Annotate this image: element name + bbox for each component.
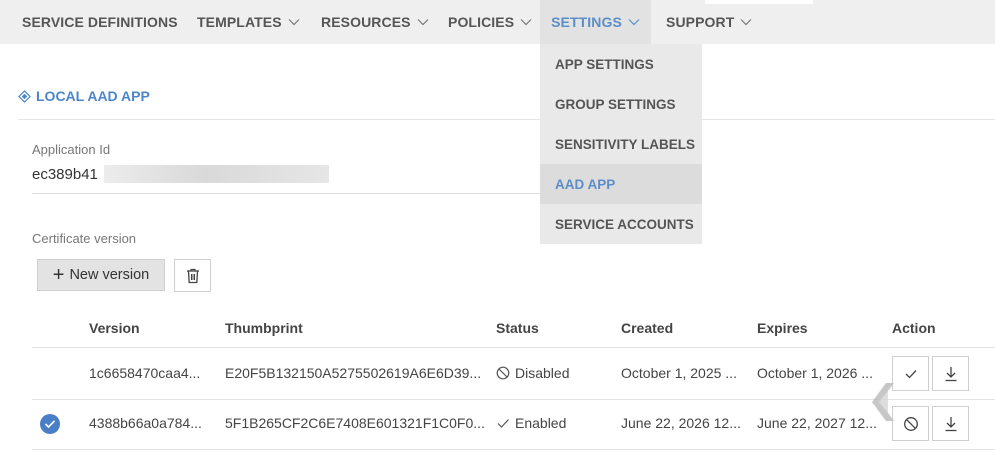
cell-thumbprint: E20F5B132150A5275502619A6E6D39... [225,365,482,381]
chevron-down-icon [417,19,429,26]
ban-icon [496,366,510,380]
column-header-expires: Expires [757,320,808,336]
check-icon [497,419,509,428]
status-text: Enabled [515,415,567,431]
menu-item-group-settings[interactable]: GROUP SETTINGS [540,84,702,124]
section-title-text: LOCAL AAD APP [36,88,150,104]
nav-templates[interactable]: TEMPLATES [197,0,300,44]
cell-created: October 1, 2025 ... [621,365,737,381]
cell-expires: June 22, 2027 12... [757,415,877,431]
cell-status: Disabled [496,365,569,381]
top-nav: SERVICE DEFINITIONS TEMPLATES RESOURCES … [0,0,995,44]
menu-item-sensitivity-labels[interactable]: SENSITIVITY LABELS [540,124,702,164]
menu-item-aad-app[interactable]: AAD APP [540,164,702,204]
check-icon [44,420,56,429]
menu-item-service-accounts[interactable]: SERVICE ACCOUNTS [540,204,702,244]
nav-service-definitions-label: SERVICE DEFINITIONS [22,14,178,30]
certificate-version-label: Certificate version [32,231,137,246]
nav-settings[interactable]: SETTINGS [540,0,651,44]
plus-icon: + [52,264,65,286]
section-title: LOCAL AAD APP [18,86,150,106]
redacted-area [104,165,329,183]
menu-item-label: SERVICE ACCOUNTS [555,216,694,232]
row-selected-check[interactable] [40,414,60,434]
menu-item-label: GROUP SETTINGS [555,96,676,112]
nav-settings-label: SETTINGS [551,14,622,30]
application-id-value: ec389b41 [32,166,98,183]
nav-support[interactable]: SUPPORT [666,0,752,44]
nav-templates-label: TEMPLATES [197,14,282,30]
column-header-action: Action [892,320,936,336]
nav-policies-label: POLICIES [448,14,515,30]
diamond-layers-icon [18,89,31,103]
cell-expires: October 1, 2026 ... [757,365,873,381]
chevron-down-icon [520,19,532,26]
cell-thumbprint: 5F1B265CF2C6E7408E601321F1C0F0... [225,415,485,431]
nav-support-label: SUPPORT [666,14,735,30]
application-id-label: Application Id [32,142,111,157]
table-header-divider [32,347,995,348]
trash-icon [186,268,199,283]
section-divider [18,119,995,120]
cell-version: 1c6658470caa4... [89,365,201,381]
nav-resources-label: RESOURCES [321,14,411,30]
field-underline [32,193,540,194]
cell-created: June 22, 2026 12... [621,415,741,431]
new-version-button[interactable]: + New version [37,259,165,291]
check-icon [905,369,916,378]
nav-resources[interactable]: RESOURCES [321,0,429,44]
chevron-down-icon [628,19,640,26]
column-header-version: Version [89,320,140,336]
column-header-thumbprint: Thumbprint [225,320,303,336]
download-icon [945,416,956,431]
menu-item-label: AAD APP [555,176,616,192]
settings-dropdown-menu: APP SETTINGS GROUP SETTINGS SENSITIVITY … [540,44,702,244]
ban-icon [903,416,918,431]
status-text: Disabled [515,365,570,381]
chevron-left-icon[interactable] [868,381,898,423]
download-icon [945,366,956,381]
menu-item-app-settings[interactable]: APP SETTINGS [540,44,702,84]
cell-status: Enabled [496,415,566,431]
table-row-divider [32,449,995,450]
menu-item-label: SENSITIVITY LABELS [555,136,696,152]
table-row-divider [32,399,995,400]
download-button[interactable] [932,356,969,391]
menu-item-label: APP SETTINGS [555,56,654,72]
download-button[interactable] [932,406,969,441]
nav-service-definitions[interactable]: SERVICE DEFINITIONS [22,0,178,44]
chevron-down-icon [740,19,752,26]
delete-button[interactable] [174,259,211,292]
chevron-down-icon [288,19,300,26]
nav-policies[interactable]: POLICIES [448,0,532,44]
new-version-label: New version [69,267,150,283]
column-header-created: Created [621,320,674,336]
cell-version: 4388b66a0a784... [89,415,202,431]
column-header-status: Status [496,320,539,336]
